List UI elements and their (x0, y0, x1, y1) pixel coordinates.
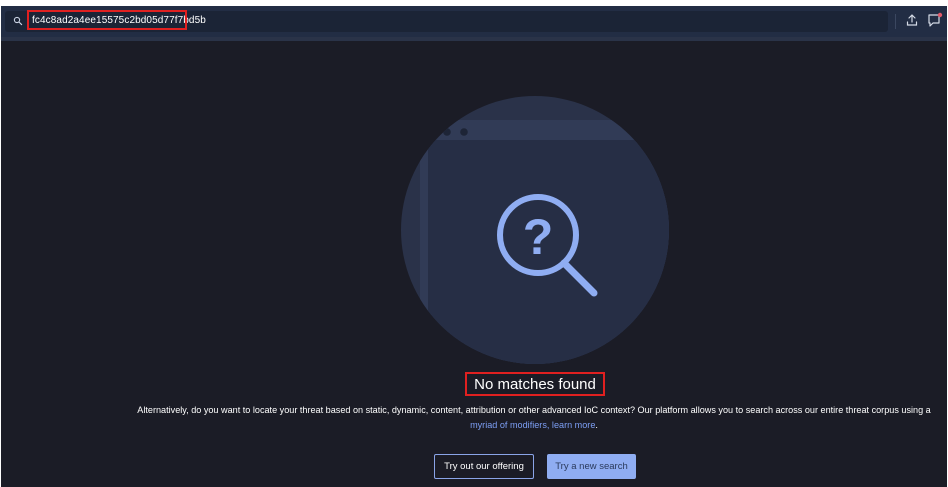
description-end: . (595, 419, 598, 430)
title-highlight-box: No matches found (465, 372, 605, 396)
feedback-icon[interactable] (927, 12, 943, 28)
upload-icon[interactable] (905, 13, 919, 27)
app-frame: fc4c8ad2a4ee15575c2bd05d77f7bd5b ? No ma… (1, 6, 947, 487)
empty-state-title: No matches found (474, 375, 596, 393)
no-results-illustration: ? (401, 96, 669, 364)
svg-text:?: ? (523, 209, 554, 265)
empty-state-description: Alternatively, do you want to locate you… (125, 403, 943, 432)
window-dot-icon (460, 128, 468, 136)
search-icon (13, 16, 23, 26)
try-offering-button[interactable]: Try out our offering (434, 454, 534, 479)
modifiers-learn-more-link[interactable]: myriad of modifiers, learn more (470, 420, 595, 430)
description-text: Alternatively, do you want to locate you… (137, 405, 931, 415)
query-highlight-box (27, 10, 187, 30)
toolbar-divider (895, 14, 896, 29)
window-dot-icon (443, 128, 451, 136)
new-search-button[interactable]: Try a new search (547, 454, 636, 479)
toolbar-underline (1, 37, 947, 41)
top-search-bar: fc4c8ad2a4ee15575c2bd05d77f7bd5b (1, 6, 947, 37)
